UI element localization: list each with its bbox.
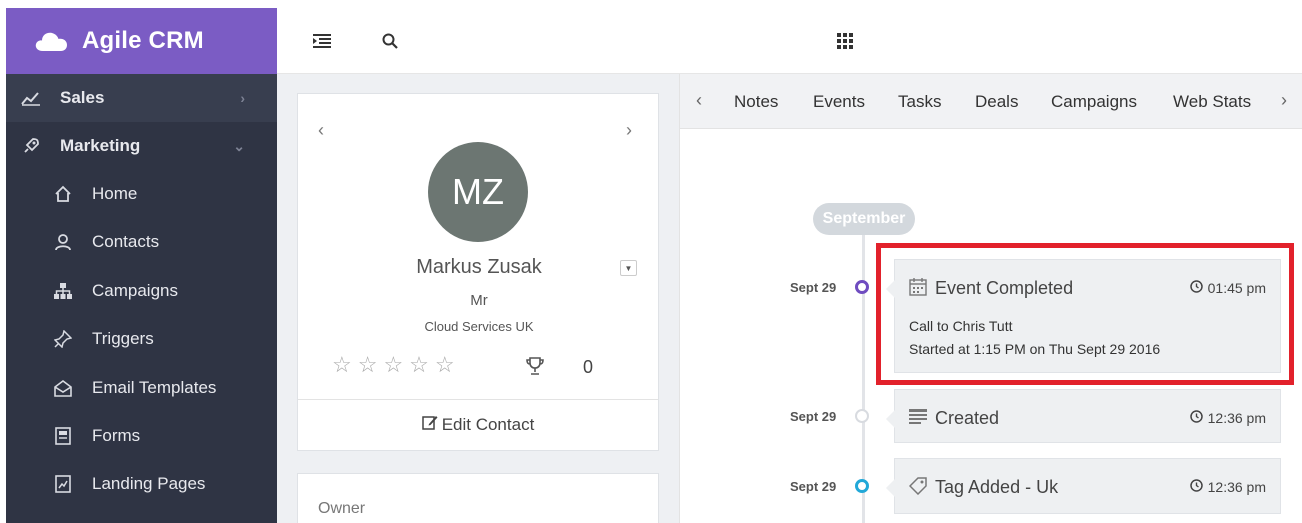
chevron-down-icon: ⌄ [233, 137, 245, 154]
menu-toggle-icon[interactable] [311, 30, 333, 52]
lead-score: 0 [583, 357, 594, 377]
event-date: Sept 29 [790, 479, 837, 494]
event-time: 12:36 pm [1189, 410, 1266, 426]
sidebar-item-forms[interactable]: Forms [6, 412, 277, 460]
event-description: Call to Chris Tutt [909, 318, 1013, 334]
sidebar-item-triggers[interactable]: Triggers [6, 315, 277, 363]
event-detail: Started at 1:15 PM on Thu Sept 29 2016 [909, 341, 1161, 357]
contact-company[interactable]: Cloud Services UK [298, 319, 660, 334]
star-rating[interactable]: ☆☆☆☆☆ [332, 352, 461, 378]
trophy-icon [526, 356, 544, 381]
edit-contact-label: Edit Contact [441, 415, 535, 434]
sidebar-section-marketing[interactable]: Marketing ⌄ [6, 122, 277, 170]
tab-web-stats[interactable]: Web Stats [1173, 92, 1251, 112]
sidebar-item-campaigns[interactable]: Campaigns [6, 267, 277, 315]
next-contact-icon[interactable]: › [626, 120, 632, 141]
sidebar-item-label: Landing Pages [92, 474, 206, 493]
sidebar-section-label: Marketing [60, 136, 141, 155]
event-title: Tag Added - Uk [935, 477, 1059, 497]
tab-notes[interactable]: Notes [734, 92, 778, 112]
brand-header[interactable]: Agile CRM [6, 8, 277, 74]
rocket-icon [20, 135, 42, 157]
divider [298, 399, 658, 400]
landing-page-icon [52, 473, 74, 495]
search-icon[interactable] [379, 30, 401, 52]
contact-actions-dropdown[interactable]: ▼ [620, 260, 637, 276]
sidebar-item-landing-pages[interactable]: Landing Pages [6, 460, 277, 508]
owner-label: Owner [318, 500, 366, 517]
tab-tasks[interactable]: Tasks [898, 92, 941, 112]
clock-icon [1189, 410, 1203, 426]
sidebar-section-label: Sales [60, 88, 105, 107]
timeline-event-tag-added[interactable]: Tag Added - Uk 12:36 pm [886, 458, 1281, 514]
event-time-label: 12:36 pm [1207, 410, 1266, 426]
home-icon [52, 183, 74, 205]
event-title: Event Completed [935, 278, 1074, 298]
owner-card: Owner [297, 473, 659, 523]
push-pin-icon [52, 328, 74, 350]
chevron-right-icon: › [240, 90, 245, 106]
user-icon [52, 231, 74, 253]
sitemap-icon [52, 280, 74, 302]
cloud-icon [35, 32, 67, 51]
timeline-event-created[interactable]: Created 12:36 pm [886, 389, 1281, 443]
tab-events[interactable]: Events [813, 92, 865, 112]
event-time-label: 12:36 pm [1207, 479, 1266, 495]
timeline-dot [855, 280, 869, 294]
forms-icon [52, 425, 74, 447]
sidebar-item-home[interactable]: Home [6, 170, 277, 218]
sidebar-item-label: Contacts [92, 232, 160, 251]
timeline-month: September [813, 203, 915, 235]
timeline-dot [855, 409, 869, 423]
calendar-icon [909, 278, 927, 301]
contact-title: Mr [470, 292, 488, 309]
sidebar-item-label: Forms [92, 426, 141, 445]
apps-grid-icon[interactable] [834, 30, 856, 52]
contact-card: ‹ › MZ Markus Zusak ▼ Mr Cloud Services … [297, 93, 659, 451]
avatar: MZ [428, 142, 528, 242]
sidebar-item-label: Campaigns [92, 281, 178, 300]
timeline-dot [855, 479, 869, 493]
edit-icon [421, 414, 438, 435]
clock-icon [1189, 280, 1203, 296]
sidebar-item-label: Home [92, 184, 138, 203]
tab-campaigns[interactable]: Campaigns [1051, 92, 1137, 112]
app-name: Agile CRM [82, 27, 204, 54]
edit-contact-button[interactable]: Edit Contact [298, 414, 658, 435]
timeline-event-completed[interactable]: Event Completed 01:45 pm Call to Chris T… [886, 259, 1281, 373]
line-chart-icon [20, 87, 42, 109]
clock-icon [1189, 479, 1203, 495]
sidebar-item-label: Triggers [92, 329, 154, 348]
sidebar-item-label: Email Templates [92, 378, 217, 397]
event-date: Sept 29 [790, 280, 837, 295]
event-date: Sept 29 [790, 409, 837, 424]
envelope-open-icon [52, 377, 74, 399]
sidebar: Agile CRM Sales › Marketing ⌄ Home Conta… [6, 8, 277, 523]
sidebar-item-contacts[interactable]: Contacts [6, 218, 277, 266]
tab-deals[interactable]: Deals [975, 92, 1018, 112]
sidebar-section-sales[interactable]: Sales › [6, 74, 277, 122]
event-title: Created [935, 408, 1000, 428]
event-time-label: 01:45 pm [1207, 280, 1266, 296]
timeline-line [862, 220, 865, 523]
previous-contact-icon[interactable]: ‹ [318, 120, 324, 141]
tab-bar: ‹ Notes Events Tasks Deals Campaigns Web… [680, 74, 1302, 129]
sidebar-item-email-templates[interactable]: Email Templates [6, 364, 277, 412]
event-time: 01:45 pm [1189, 280, 1266, 296]
contact-name: Markus Zusak [416, 256, 542, 278]
tab-scroll-left-icon[interactable]: ‹ [696, 90, 702, 111]
tab-scroll-right-icon[interactable]: › [1281, 90, 1287, 111]
tag-icon [908, 477, 927, 500]
top-bar [277, 8, 1302, 74]
list-icon [909, 408, 927, 429]
event-time: 12:36 pm [1189, 479, 1266, 495]
